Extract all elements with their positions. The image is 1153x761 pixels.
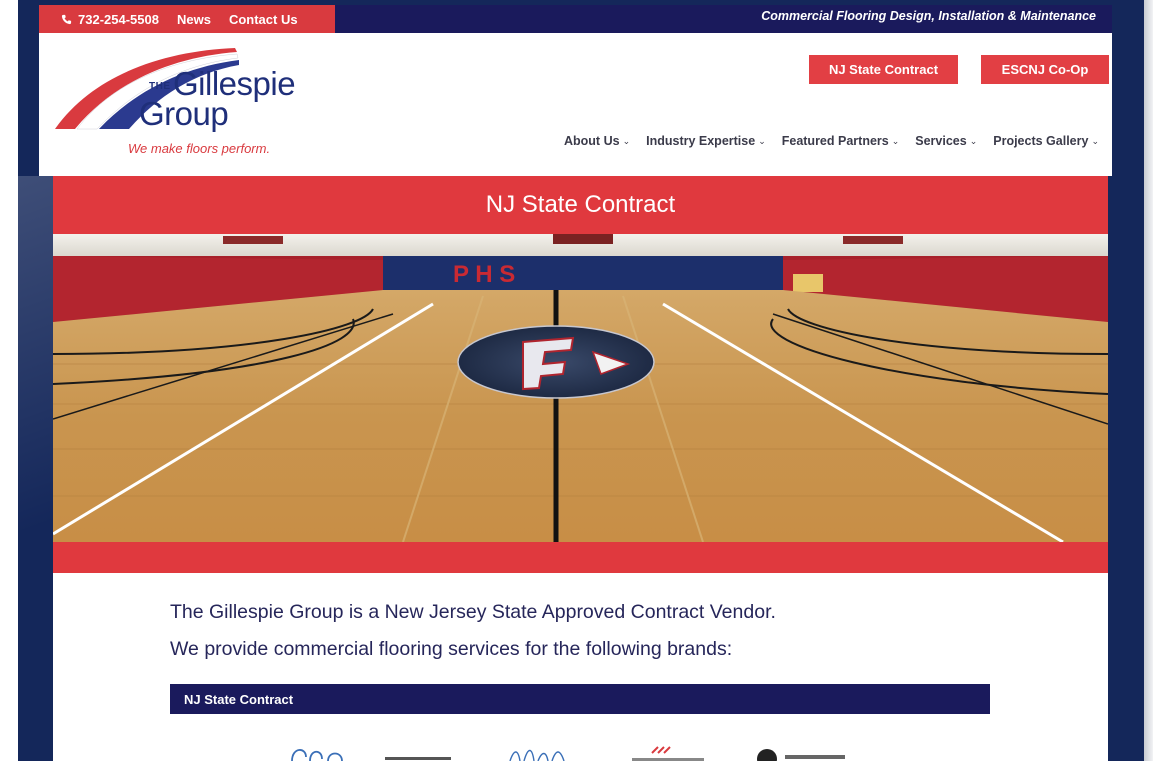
brands-table-header: NJ State Contract	[170, 684, 990, 714]
brand-logo-2	[385, 757, 451, 760]
nav-item-industry-expertise[interactable]: Industry Expertise ⌄	[646, 134, 766, 148]
phone-number: 732-254-5508	[78, 11, 159, 27]
nav-label: Featured Partners	[781, 134, 889, 148]
wall-letters: P H S	[453, 261, 515, 288]
logo-the-text: THE	[149, 81, 171, 92]
logo[interactable]: THE Gillespie Group We make floors perfo…	[53, 45, 296, 163]
chevron-down-icon: ⌄	[1091, 135, 1099, 146]
escnj-coop-button[interactable]: ESCNJ Co-Op	[981, 55, 1109, 84]
contact-us-link[interactable]: Contact Us	[229, 12, 298, 27]
intro-text-line1: The Gillespie Group is a New Jersey Stat…	[170, 601, 776, 623]
phone-link[interactable]: 732-254-5508	[61, 12, 159, 27]
nav-item-about-us[interactable]: About Us ⌄	[564, 134, 630, 148]
top-bar: 732-254-5508 News Contact Us Commercial …	[39, 5, 1112, 33]
page-title-banner: NJ State Contract	[53, 176, 1108, 234]
site-header: THE Gillespie Group We make floors perfo…	[39, 33, 1112, 176]
nav-label: Industry Expertise	[646, 134, 756, 148]
main-nav: About Us ⌄ Industry Expertise ⌄ Featured…	[564, 134, 1099, 148]
image-bottom-strip	[53, 542, 1108, 573]
nav-label: Services	[915, 134, 967, 148]
nav-item-services[interactable]: Services ⌄	[915, 134, 977, 148]
phone-icon	[61, 14, 72, 24]
nj-state-contract-button[interactable]: NJ State Contract	[809, 55, 958, 84]
nav-item-projects-gallery[interactable]: Projects Gallery ⌄	[993, 134, 1099, 148]
logo-name-line2: Group	[139, 95, 229, 132]
nav-label: About Us	[564, 134, 620, 148]
nav-label: Projects Gallery	[993, 134, 1089, 148]
top-bar-tagline: Commercial Flooring Design, Installation…	[761, 9, 1096, 23]
chevron-down-icon: ⌄	[758, 135, 766, 146]
chevron-down-icon: ⌄	[969, 135, 978, 146]
news-link[interactable]: News	[177, 12, 211, 27]
backdrop-highlight	[18, 176, 58, 761]
top-bar-contact: 732-254-5508 News Contact Us	[39, 5, 335, 33]
brand-logo-5	[757, 749, 845, 761]
window-edge-shadow	[1144, 0, 1153, 761]
brand-logo-4	[632, 746, 704, 761]
brand-logo-1	[291, 749, 343, 761]
gym-floor-hero-image: P H S	[53, 234, 1108, 542]
nav-item-featured-partners[interactable]: Featured Partners ⌄	[782, 134, 900, 148]
logo-slogan: We make floors perform.	[128, 141, 271, 156]
chevron-down-icon: ⌄	[622, 135, 631, 146]
page-title: NJ State Contract	[485, 191, 676, 218]
brand-logo-3	[509, 749, 565, 761]
main-content: The Gillespie Group is a New Jersey Stat…	[53, 573, 1108, 761]
chevron-down-icon: ⌄	[891, 135, 900, 146]
intro-text-line2: We provide commercial flooring services …	[170, 638, 733, 660]
gym-floor-illustration: P H S	[53, 234, 1108, 542]
